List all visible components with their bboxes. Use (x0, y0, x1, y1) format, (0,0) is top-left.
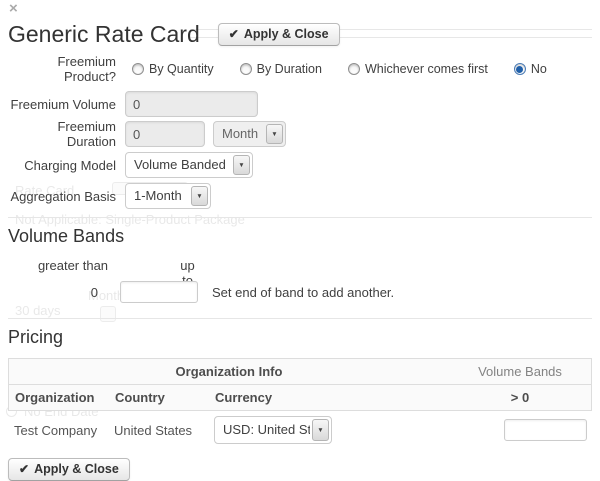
section-divider (8, 217, 592, 218)
pricing-table-row: Test Company United States USD: United S… (8, 415, 592, 445)
organization-cell: Test Company (8, 423, 108, 438)
radio-icon (240, 63, 252, 75)
modal-footer: ✔ Apply & Close (8, 458, 592, 481)
org-info-group-header: Organization Info (9, 359, 449, 385)
radio-label: No (531, 62, 547, 76)
radio-label: By Duration (257, 62, 322, 76)
column-header-band: > 0 (449, 385, 591, 410)
check-icon: ✔ (19, 462, 29, 476)
currency-cell: USD: United States ▼ (208, 416, 448, 444)
caret-down-icon: ▼ (266, 124, 283, 144)
freemium-volume-label: Freemium Volume (8, 97, 116, 112)
rate-card-modal: × Generic Rate Card ✔ Apply & Close Free… (0, 0, 600, 481)
charging-model-select[interactable]: Volume Banded ▼ (125, 152, 253, 178)
radio-icon (348, 63, 360, 75)
caret-down-icon: ▼ (312, 419, 329, 441)
select-value: Month (214, 122, 264, 146)
freemium-duration-label: Freemium Duration (8, 119, 116, 149)
charging-model-label: Charging Model (8, 158, 116, 173)
band-end-input[interactable] (120, 281, 198, 303)
freemium-product-row: Freemium Product? By Quantity By Duratio… (8, 59, 592, 79)
aggregation-basis-label: Aggregation Basis (8, 189, 116, 204)
radio-no[interactable]: No (514, 62, 547, 76)
freemium-duration-row: Freemium Duration Month ▼ (8, 121, 592, 147)
column-header-currency: Currency (209, 385, 449, 410)
freemium-product-label: Freemium Product? (8, 54, 116, 84)
radio-icon (132, 63, 144, 75)
caret-down-icon: ▼ (233, 155, 250, 175)
check-icon: ✔ (229, 27, 239, 41)
band-hint-text: Set end of band to add another. (212, 285, 394, 300)
country-cell: United States (108, 423, 208, 438)
freemium-duration-input (125, 121, 205, 147)
currency-select[interactable]: USD: United States ▼ (214, 416, 332, 444)
aggregation-basis-row: Aggregation Basis 1-Month ▼ (8, 183, 592, 209)
modal-header: Generic Rate Card ✔ Apply & Close (8, 19, 592, 49)
radio-label: Whichever comes first (365, 62, 488, 76)
band-price-input[interactable] (504, 419, 587, 441)
freemium-volume-row: Freemium Volume (8, 91, 592, 117)
caret-down-icon: ▼ (191, 186, 208, 206)
column-header-country: Country (109, 385, 209, 410)
close-icon[interactable]: × (9, 2, 23, 16)
select-value: USD: United States (215, 417, 310, 443)
radio-by-quantity[interactable]: By Quantity (132, 62, 214, 76)
volume-band-row: 0 Set end of band to add another. (8, 280, 592, 304)
band-start-value: 0 (8, 285, 98, 300)
radio-icon (514, 63, 526, 75)
volume-bands-heading: Volume Bands (8, 225, 592, 247)
column-header-organization: Organization (9, 385, 109, 410)
section-divider (8, 318, 592, 319)
aggregation-basis-select[interactable]: 1-Month ▼ (125, 183, 211, 209)
select-value: Volume Banded (126, 153, 231, 177)
pricing-heading: Pricing (8, 326, 592, 348)
apply-close-label: Apply & Close (34, 462, 119, 476)
freemium-duration-unit-select: Month ▼ (213, 121, 286, 147)
apply-close-button-bottom[interactable]: ✔ Apply & Close (8, 458, 130, 481)
select-value: 1-Month (126, 184, 189, 208)
apply-close-button-top[interactable]: ✔ Apply & Close (218, 23, 340, 46)
band-price-cell (448, 419, 592, 441)
up-to-label: up to (120, 258, 200, 274)
volume-bands-column-labels: greater than up to (8, 258, 592, 274)
volume-bands-group-header: Volume Bands (449, 359, 591, 385)
charging-model-row: Charging Model Volume Banded ▼ (8, 151, 592, 179)
page-title: Generic Rate Card (8, 21, 200, 48)
radio-whichever-comes-first[interactable]: Whichever comes first (348, 62, 488, 76)
apply-close-label: Apply & Close (244, 27, 329, 41)
greater-than-label: greater than (8, 258, 118, 274)
freemium-volume-input (125, 91, 258, 117)
radio-label: By Quantity (149, 62, 214, 76)
radio-by-duration[interactable]: By Duration (240, 62, 322, 76)
pricing-table-header: Organization Info Volume Bands Organizat… (8, 358, 592, 411)
